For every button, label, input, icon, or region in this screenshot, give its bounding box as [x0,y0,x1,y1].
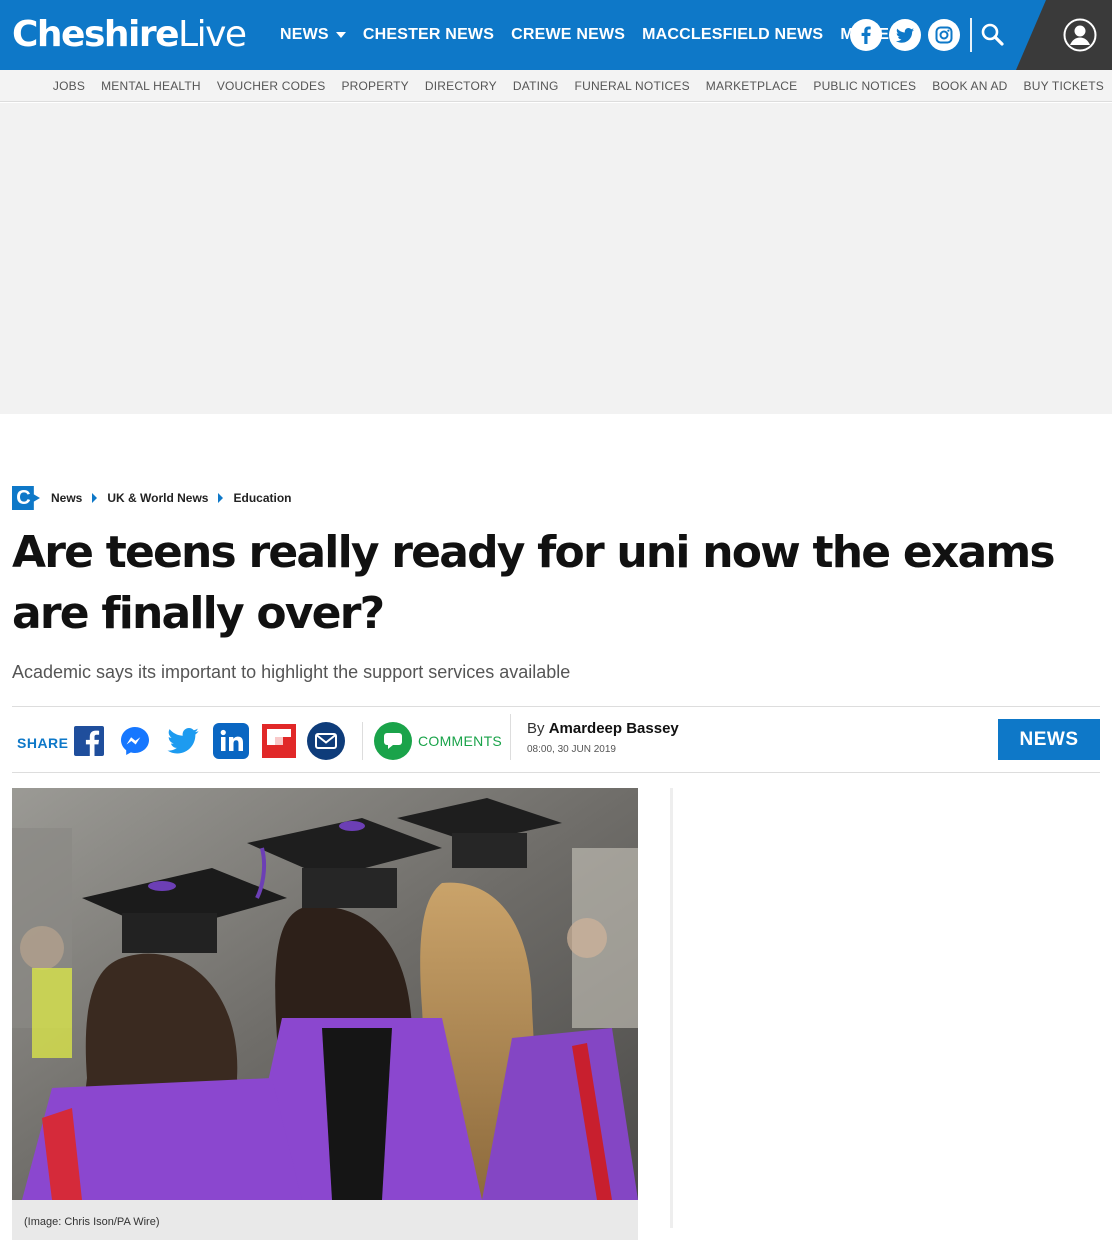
nav-news-label: NEWS [280,26,329,43]
nav-macclesfield-news[interactable]: MACCLESFIELD NEWS [642,26,823,44]
byline-divider [510,714,511,760]
chevron-down-icon [335,32,346,38]
messenger-share-icon[interactable] [116,722,154,760]
breadcrumb-uk-world-news[interactable]: UK & World News [107,491,208,505]
email-share-icon[interactable] [307,722,345,760]
header-divider [970,18,972,52]
byline: By Amardeep Bassey [527,720,679,737]
subnav-book-an-ad[interactable]: BOOK AN AD [932,79,1007,93]
instagram-icon[interactable] [928,19,960,51]
subnav-marketplace[interactable]: MARKETPLACE [706,79,798,93]
header-socials [850,19,960,51]
sidebar-divider [670,788,673,1228]
user-account-icon[interactable] [1063,18,1097,52]
bar-bottom-divider [12,772,1100,773]
comments-label: COMMENTS [418,733,503,749]
article-hero-image[interactable] [12,788,638,1200]
linkedin-share-icon[interactable] [212,722,250,760]
site-logo[interactable]: CheshireLive [12,14,247,55]
nav-news[interactable]: NEWS [280,26,346,44]
flipboard-share-icon[interactable] [260,722,298,760]
site-header: CheshireLive NEWS CHESTER NEWS CREWE NEW… [0,0,1112,70]
article-headline: Are teens really ready for uni now the e… [12,527,1056,639]
share-divider [362,722,363,760]
breadcrumb-education[interactable]: Education [233,491,291,505]
facebook-share-icon[interactable] [70,722,108,760]
image-caption-bar: (Image: Chris Ison/PA Wire) [12,1200,638,1240]
facebook-icon[interactable] [850,19,882,51]
main-nav: NEWS CHESTER NEWS CREWE NEWS MACCLESFIEL… [280,0,907,70]
nav-chester-news[interactable]: CHESTER NEWS [363,26,494,44]
subnav-dating[interactable]: DATING [513,79,559,93]
nav-macclesfield-news-label: MACCLESFIELD NEWS [642,26,824,43]
breadcrumb-news[interactable]: News [51,491,82,505]
search-icon[interactable] [980,22,1006,48]
nav-crewe-news-label: CREWE NEWS [511,26,626,43]
subnav-public-notices[interactable]: PUBLIC NOTICES [813,79,916,93]
author-name[interactable]: Amardeep Bassey [549,720,679,737]
image-caption: (Image: Chris Ison/PA Wire) [24,1216,160,1228]
logo-text-cheshire: Cheshire [12,14,180,55]
breadcrumb: C News UK & World News Education [12,486,292,510]
logo-text-live: Live [178,14,247,55]
comments-button[interactable]: COMMENTS [374,722,502,760]
site-badge[interactable]: C [12,486,40,510]
subnav-voucher-codes[interactable]: VOUCHER CODES [217,79,326,93]
advertisement-slot [0,103,1112,414]
graduates-illustration [12,788,638,1200]
share-label: SHARE [17,735,69,751]
comment-bubble-icon [374,722,412,760]
section-badge[interactable]: NEWS [998,719,1100,760]
nav-crewe-news[interactable]: CREWE NEWS [511,26,625,44]
subnav-property[interactable]: PROPERTY [341,79,408,93]
nav-chester-news-label: CHESTER NEWS [362,26,495,43]
twitter-share-icon[interactable] [164,722,202,760]
subnav-directory[interactable]: DIRECTORY [425,79,497,93]
subnav-jobs[interactable]: JOBS [53,79,85,93]
article-subheadline: Academic says its important to highlight… [12,662,571,682]
publish-date: 08:00, 30 JUN 2019 [527,744,616,755]
chevron-right-icon [218,493,224,503]
subnav-funeral-notices[interactable]: FUNERAL NOTICES [575,79,690,93]
chevron-right-icon [92,493,98,503]
byline-prefix: By [527,720,545,737]
bar-top-divider [12,706,1100,707]
secondary-nav: JOBS MENTAL HEALTH VOUCHER CODES PROPERT… [0,70,1112,102]
subnav-buy-tickets[interactable]: BUY TICKETS [1024,79,1104,93]
subnav-mental-health[interactable]: MENTAL HEALTH [101,79,201,93]
twitter-icon[interactable] [889,19,921,51]
